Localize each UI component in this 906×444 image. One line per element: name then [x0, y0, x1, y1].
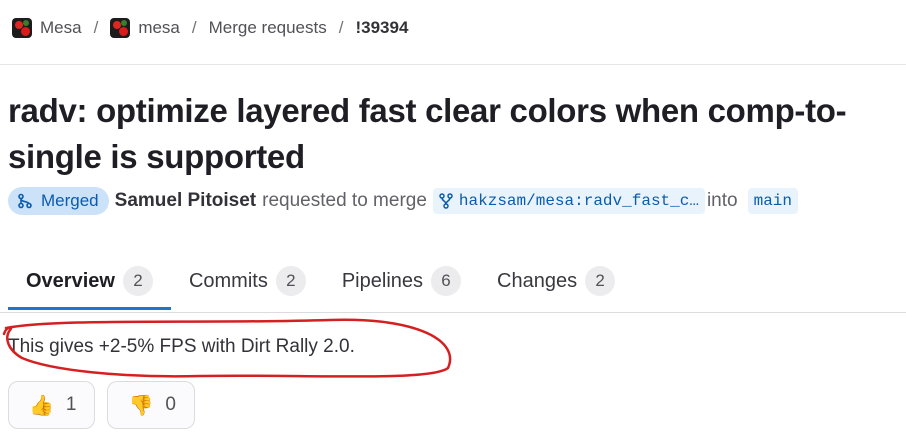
thumbs-down-button[interactable]: 👎 0 [107, 381, 195, 429]
merge-icon [18, 193, 32, 209]
source-branch-label: hakzsam/mesa:radv_fast_c… [458, 192, 699, 210]
mr-description: This gives +2-5% FPS with Dirt Rally 2.0… [8, 336, 355, 357]
reactions: 👍 1 👎 0 [8, 381, 207, 429]
status-label: Merged [41, 191, 99, 210]
tab-overview[interactable]: Overview 2 [8, 252, 171, 310]
mr-meta: Merged Samuel Pitoiset requested to merg… [8, 186, 798, 216]
source-branch[interactable]: hakzsam/mesa:radv_fast_c… [432, 188, 705, 214]
breadcrumb-current-mr[interactable]: !39394 [355, 18, 408, 38]
tab-count-badge: 2 [275, 266, 306, 296]
into-text: into [706, 190, 738, 211]
tab-label: Commits [188, 269, 268, 292]
branch-icon [439, 193, 453, 209]
header-divider [0, 64, 906, 65]
tab-count-badge: 2 [585, 266, 616, 296]
tab-changes[interactable]: Changes 2 [479, 252, 633, 310]
tab-pipelines[interactable]: Pipelines 6 [324, 252, 479, 310]
breadcrumb-group-mesa[interactable]: Mesa [12, 18, 82, 38]
mesa-project-avatar [110, 18, 131, 38]
status-badge: Merged [8, 187, 109, 215]
mesa-group-avatar [12, 18, 32, 38]
breadcrumb-separator: / [191, 18, 197, 37]
breadcrumb-project-mesa[interactable]: mesa [110, 18, 180, 38]
breadcrumb-separator: / [338, 18, 344, 37]
tab-count-badge: 6 [431, 266, 462, 296]
tab-count-badge: 2 [122, 266, 153, 296]
breadcrumb-group-label: Mesa [40, 18, 82, 37]
merge-action-text: requested to merge [262, 190, 427, 211]
thumbs-up-button[interactable]: 👍 1 [8, 381, 96, 429]
tab-label: Overview [26, 269, 115, 292]
tabs-divider [0, 312, 906, 313]
breadcrumb-merge-requests[interactable]: Merge requests [209, 18, 327, 38]
tab-commits[interactable]: Commits 2 [171, 252, 324, 310]
author-link[interactable]: Samuel Pitoiset [115, 190, 257, 212]
reaction-count: 0 [165, 394, 176, 415]
mr-tabs: Overview 2 Commits 2 Pipelines 6 Changes… [8, 252, 633, 312]
page-title: radv: optimize layered fast clear colors… [8, 92, 847, 175]
reaction-count: 1 [65, 394, 77, 415]
breadcrumb: Mesa / mesa / Merge requests / !39394 [12, 14, 408, 42]
breadcrumb-project-label: mesa [138, 18, 180, 37]
thumbs-up-icon: 👍 [29, 393, 54, 417]
target-branch[interactable]: main [747, 188, 798, 214]
tab-label: Pipelines [341, 269, 424, 292]
tab-label: Changes [497, 269, 578, 292]
thumbs-down-icon: 👎 [128, 393, 154, 417]
breadcrumb-separator: / [93, 18, 99, 37]
